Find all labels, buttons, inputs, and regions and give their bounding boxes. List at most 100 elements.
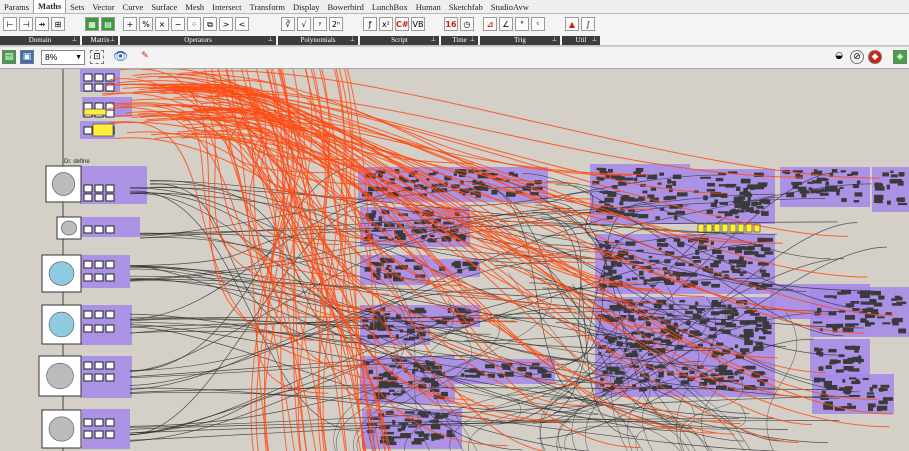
component-block[interactable] (618, 251, 625, 256)
variable-function-icon[interactable]: x² (379, 17, 393, 31)
component-block[interactable] (665, 341, 673, 345)
component-block[interactable] (623, 348, 628, 352)
matrix-icon[interactable]: ▦ (85, 17, 99, 31)
component-block[interactable] (799, 190, 810, 194)
component-block[interactable] (378, 385, 390, 389)
component-block[interactable] (719, 370, 727, 375)
component-block[interactable] (730, 312, 739, 317)
component-block[interactable] (891, 298, 898, 301)
component-block[interactable] (620, 376, 625, 379)
component-block[interactable] (403, 338, 415, 341)
component-block[interactable] (401, 427, 406, 431)
number-slider[interactable] (83, 108, 107, 116)
component-block[interactable] (695, 301, 699, 306)
component-block[interactable] (756, 254, 766, 258)
component-block[interactable] (397, 359, 408, 362)
component-block[interactable] (831, 169, 838, 173)
component-block[interactable] (833, 295, 837, 299)
slider-cell[interactable] (705, 223, 713, 233)
component-block[interactable] (429, 420, 438, 423)
component-block[interactable] (850, 301, 860, 304)
component-block[interactable] (615, 275, 623, 280)
component-block[interactable] (708, 334, 717, 339)
component-block[interactable] (836, 191, 840, 196)
component-block[interactable] (671, 180, 676, 184)
component-block[interactable] (654, 365, 666, 369)
component-block[interactable] (624, 177, 634, 181)
input-param[interactable] (94, 361, 104, 370)
component-block[interactable] (818, 366, 824, 371)
component-block[interactable] (898, 328, 907, 334)
component-block[interactable] (421, 377, 429, 382)
input-param[interactable] (83, 73, 93, 82)
component-block[interactable] (657, 182, 662, 185)
input-param[interactable] (94, 430, 104, 439)
component-block[interactable] (716, 385, 727, 390)
zoom-dropdown[interactable]: 8% ▼ (41, 50, 85, 65)
component-block[interactable] (862, 377, 869, 381)
component-block[interactable] (841, 198, 847, 202)
component-block[interactable] (648, 255, 653, 259)
component-block[interactable] (636, 249, 644, 252)
component-block[interactable] (400, 390, 406, 394)
sketch-pen-icon[interactable]: ✎ (138, 50, 152, 64)
slider-cell[interactable] (737, 223, 745, 233)
component-block[interactable] (667, 179, 672, 184)
input-param[interactable] (83, 373, 93, 382)
component-block[interactable] (828, 311, 837, 316)
ribbon-group-label[interactable]: Trig ⊥ (480, 36, 560, 45)
tab-vector[interactable]: Vector (88, 1, 118, 13)
component-block[interactable] (435, 412, 440, 418)
component-block[interactable] (431, 382, 440, 387)
component-block[interactable] (890, 170, 894, 173)
component-block[interactable] (744, 336, 750, 341)
component-block[interactable] (477, 187, 488, 191)
component-block[interactable] (839, 186, 844, 189)
component-block[interactable] (614, 380, 624, 384)
input-param[interactable] (83, 361, 93, 370)
input-param[interactable] (105, 273, 115, 282)
component-block[interactable] (718, 368, 726, 371)
component-block[interactable] (388, 268, 392, 273)
expand-icon[interactable]: ⊥ (110, 36, 115, 45)
cube-root-icon[interactable]: ∛ (281, 17, 295, 31)
vb-script-icon[interactable]: VB (411, 17, 425, 31)
component-block[interactable] (404, 411, 415, 414)
component-block[interactable] (399, 329, 404, 333)
component-block[interactable] (605, 246, 611, 250)
component-block[interactable] (464, 369, 475, 373)
component-block[interactable] (722, 309, 732, 315)
component-block[interactable] (638, 214, 649, 219)
component-block[interactable] (599, 169, 606, 172)
input-param[interactable] (83, 310, 93, 319)
component-block[interactable] (639, 387, 648, 392)
component-block[interactable] (727, 304, 732, 310)
component-block[interactable] (421, 236, 426, 240)
component-block[interactable] (755, 209, 760, 214)
component-block[interactable] (658, 247, 662, 250)
tab-bowerbird[interactable]: Bowerbird (323, 1, 367, 13)
component-block[interactable] (840, 170, 846, 173)
component-block[interactable] (852, 184, 859, 189)
component-block[interactable] (384, 313, 391, 316)
component-block[interactable] (743, 328, 754, 333)
component-block[interactable] (379, 236, 389, 239)
component-block[interactable] (709, 327, 717, 332)
input-param[interactable] (105, 430, 115, 439)
open-file-icon[interactable]: ▤ (2, 50, 16, 64)
expand-icon[interactable]: ⊥ (552, 36, 557, 45)
slider-cell[interactable] (729, 223, 737, 233)
component-block[interactable] (633, 177, 638, 182)
component-block[interactable] (734, 204, 742, 208)
component-block[interactable] (866, 392, 875, 395)
component-block[interactable] (743, 250, 753, 255)
gradient-icon[interactable]: ∫ (581, 17, 595, 31)
component-block[interactable] (739, 376, 744, 380)
component-block[interactable] (407, 330, 414, 333)
smaller-than-icon[interactable]: < (235, 17, 249, 31)
component-block[interactable] (760, 247, 771, 252)
component-block[interactable] (712, 249, 722, 254)
expand-icon[interactable]: ⊥ (470, 36, 475, 45)
tab-curve[interactable]: Curve (119, 1, 148, 13)
component-block[interactable] (650, 284, 656, 287)
